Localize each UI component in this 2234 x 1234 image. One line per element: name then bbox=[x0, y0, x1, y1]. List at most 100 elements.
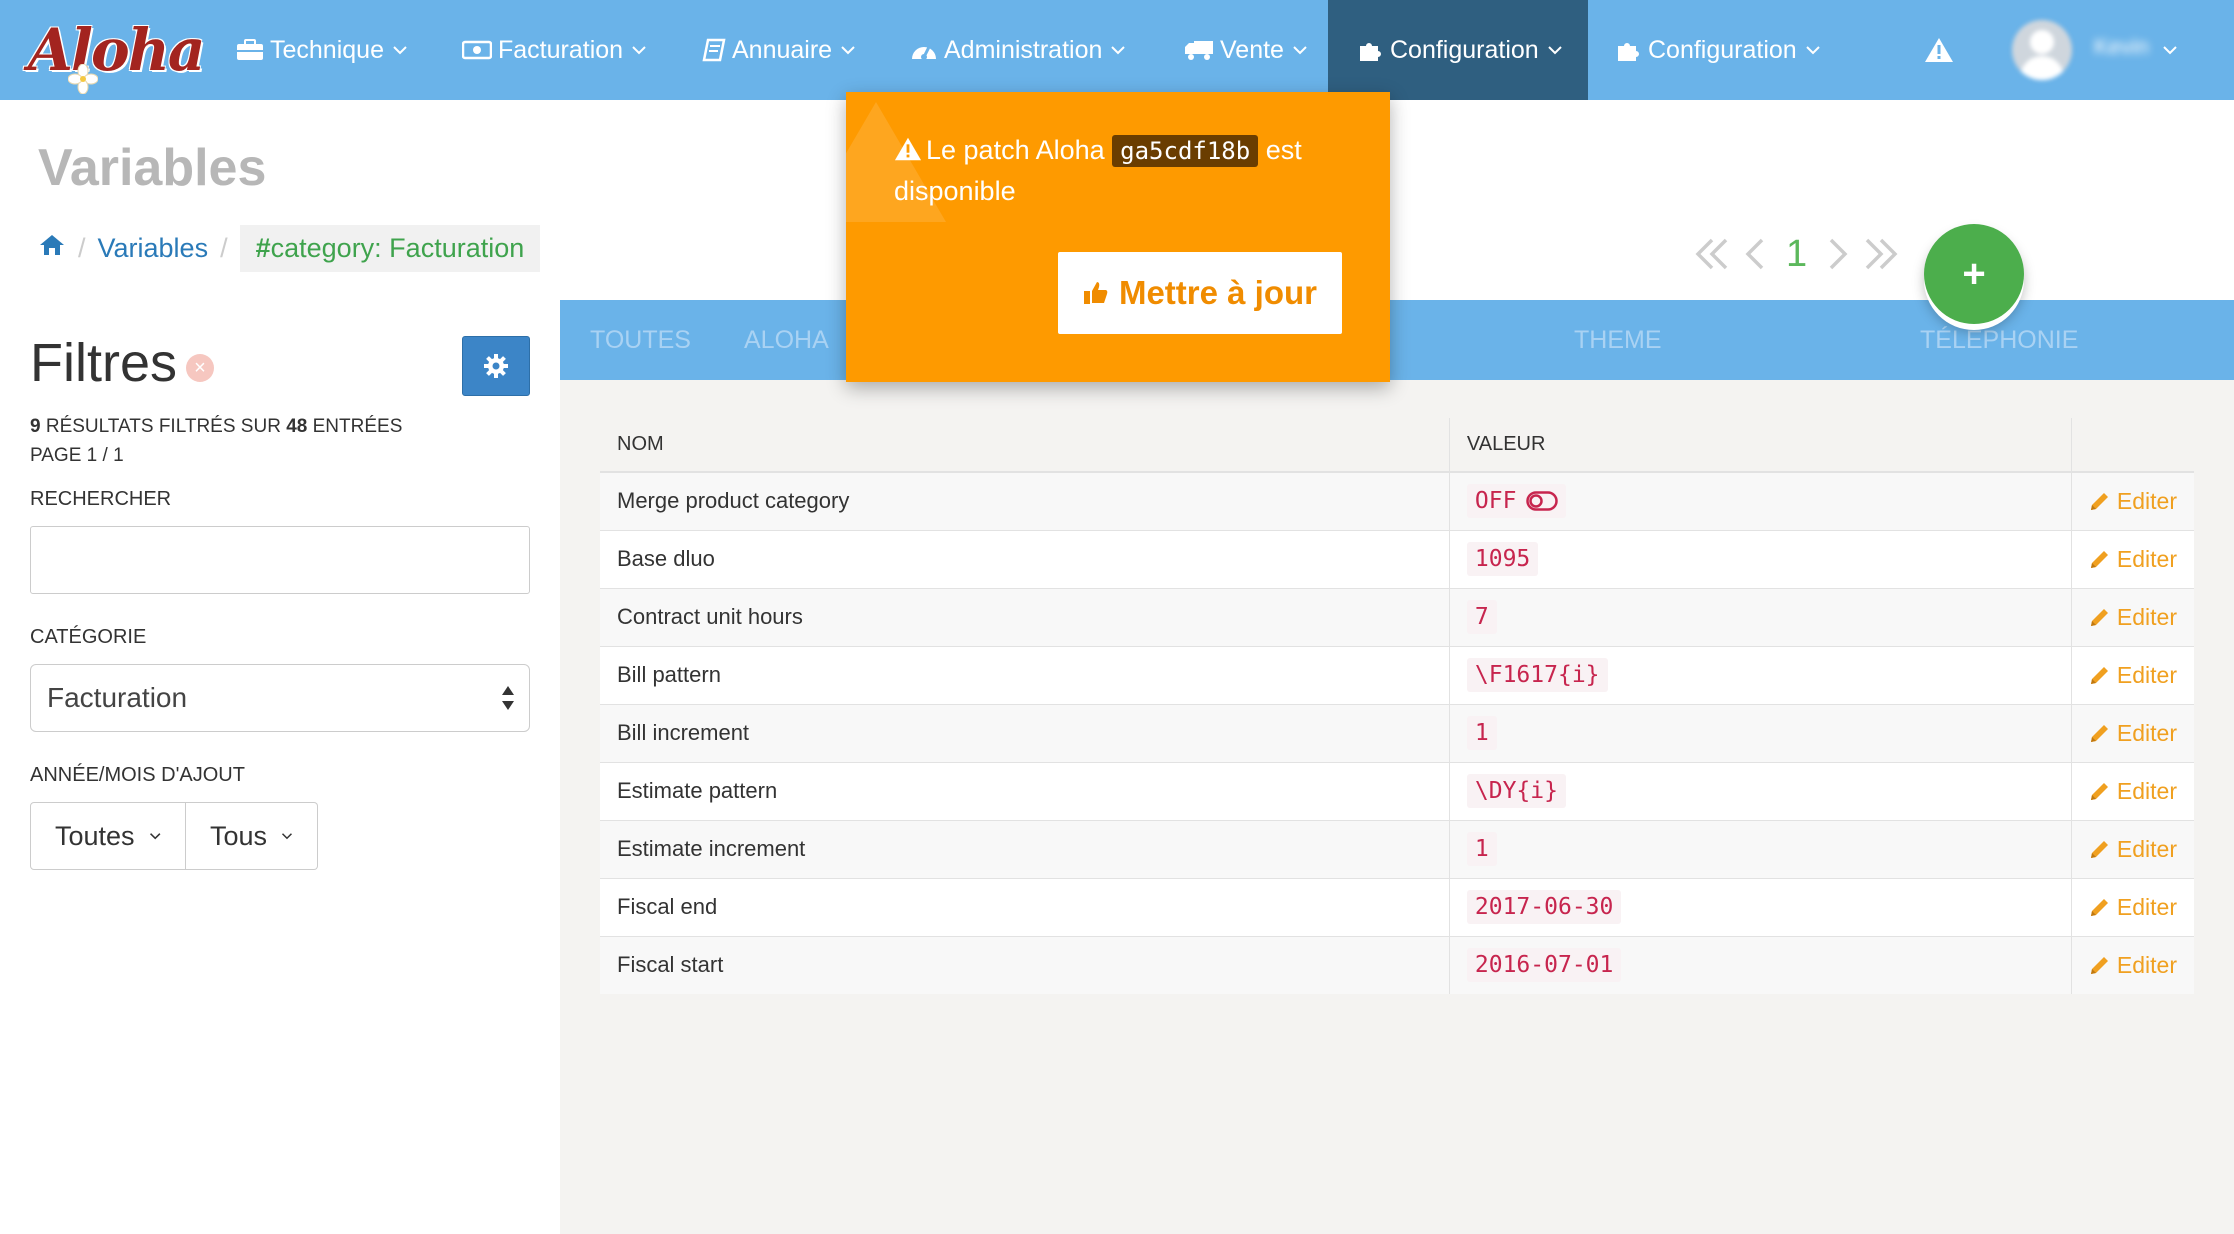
nav-vente[interactable]: Vente bbox=[1184, 0, 1308, 100]
edit-button[interactable]: Editer bbox=[2089, 778, 2177, 805]
search-input[interactable] bbox=[30, 526, 530, 594]
user-name[interactable]: Kevin bbox=[2094, 34, 2149, 60]
logo-text: Aloha bbox=[28, 16, 205, 84]
tab-theme[interactable]: THEME bbox=[1574, 300, 1662, 380]
results-middle: RÉSULTATS FILTRÉS SUR bbox=[40, 416, 287, 437]
variable-value: 1 bbox=[1466, 716, 1497, 750]
edit-button[interactable]: Editer bbox=[2089, 662, 2177, 689]
nav-facturation[interactable]: Facturation bbox=[462, 0, 647, 100]
next-page-icon[interactable] bbox=[1825, 234, 1851, 274]
previous-page-icon[interactable] bbox=[1742, 234, 1768, 274]
clear-filters-icon[interactable]: × bbox=[186, 354, 214, 382]
nav-vente-label: Vente bbox=[1220, 35, 1284, 64]
results-summary: 9 RÉSULTATS FILTRÉS SUR 48 ENTRÉES PAGE … bbox=[30, 412, 402, 470]
edit-button[interactable]: Editer bbox=[2089, 952, 2177, 979]
variable-value-text: 1 bbox=[1474, 836, 1489, 862]
breadcrumb-category-label: category: Facturation bbox=[270, 232, 525, 263]
edit-button[interactable]: Editer bbox=[2089, 488, 2177, 515]
chevron-down-icon bbox=[1110, 45, 1126, 55]
nav-configuration-active[interactable]: Configuration bbox=[1328, 0, 1588, 100]
breadcrumb-category-tag[interactable]: #category: Facturation bbox=[239, 224, 541, 272]
nav-annuaire[interactable]: Annuaire bbox=[702, 0, 856, 100]
search-label: RECHERCHER bbox=[30, 488, 172, 510]
pagination: 1 bbox=[1692, 228, 1901, 280]
category-select[interactable]: Facturation bbox=[30, 664, 530, 732]
pencil-icon bbox=[2090, 957, 2108, 975]
column-header-name[interactable]: NOM bbox=[600, 418, 1450, 473]
actions-cell: Editer bbox=[2070, 587, 2194, 646]
edit-button[interactable]: Editer bbox=[2089, 894, 2177, 921]
add-variable-button[interactable]: + bbox=[1924, 224, 2024, 324]
chevron-down-icon bbox=[149, 833, 160, 840]
edit-button[interactable]: Editer bbox=[2089, 604, 2177, 631]
table-row: Estimate pattern \DY{i} Editer bbox=[600, 761, 2194, 820]
variable-value-text: \F1617{i} bbox=[1474, 662, 1600, 688]
column-header-actions bbox=[2070, 418, 2194, 473]
table-header-row: NOM VALEUR bbox=[600, 418, 2194, 473]
column-header-value[interactable]: VALEUR bbox=[1448, 418, 2072, 473]
puzzle-icon bbox=[1616, 38, 1642, 62]
aloha-logo[interactable]: Aloha bbox=[22, 12, 205, 96]
month-dropdown[interactable]: Tous bbox=[186, 802, 318, 870]
toggle-off-icon[interactable] bbox=[1526, 491, 1559, 511]
edit-button[interactable]: Editer bbox=[2089, 546, 2177, 573]
edit-label: Editer bbox=[2116, 835, 2177, 862]
year-dropdown[interactable]: Toutes bbox=[30, 802, 186, 870]
update-button[interactable]: Mettre à jour bbox=[1058, 252, 1342, 334]
edit-button[interactable]: Editer bbox=[2089, 720, 2177, 747]
pencil-icon bbox=[2090, 551, 2108, 568]
nav-administration[interactable]: Administration bbox=[910, 0, 1126, 100]
avatar[interactable] bbox=[2012, 20, 2072, 80]
table-row: Bill increment 1 Editer bbox=[600, 703, 2194, 762]
pencil-icon bbox=[2090, 493, 2108, 511]
user-menu-chevron[interactable] bbox=[2162, 0, 2178, 100]
briefcase-icon bbox=[236, 39, 264, 61]
variable-value: 2017-06-30 bbox=[1466, 890, 1622, 924]
breadcrumb: / Variables / #category: Facturation bbox=[38, 222, 541, 274]
pencil-icon bbox=[2090, 899, 2108, 916]
variable-value-text: 1 bbox=[1474, 720, 1489, 746]
update-button-label: Mettre à jour bbox=[1118, 274, 1318, 311]
actions-cell: Editer bbox=[2070, 529, 2194, 588]
filters-sidebar: Filtres × 9 RÉSULTATS FILTRÉS SUR 48 ENT… bbox=[0, 300, 560, 1234]
alerts-button[interactable] bbox=[1924, 0, 1954, 100]
chevron-down-icon bbox=[282, 833, 293, 840]
variable-name: Bill pattern bbox=[600, 645, 1450, 704]
last-page-icon[interactable] bbox=[1861, 234, 1901, 274]
filter-settings-button[interactable] bbox=[462, 336, 530, 396]
edit-label: Editer bbox=[2116, 893, 2177, 920]
results-count: 9 bbox=[30, 416, 41, 437]
nav-technique-label: Technique bbox=[270, 35, 384, 64]
home-icon[interactable] bbox=[38, 233, 66, 264]
edit-label: Editer bbox=[2116, 951, 2177, 978]
variable-name: Base dluo bbox=[600, 529, 1450, 588]
table-row: Fiscal start 2016-07-01 Editer bbox=[600, 935, 2194, 994]
table-row: Fiscal end 2017-06-30 Editer bbox=[600, 877, 2194, 936]
actions-cell: Editer bbox=[2070, 471, 2194, 530]
top-navbar: Aloha Technique Facturation Annuaire Adm… bbox=[0, 0, 2234, 100]
table-row: Contract unit hours 7 Editer bbox=[600, 587, 2194, 646]
variable-value: 2016-07-01 bbox=[1466, 948, 1622, 983]
edit-label: Editer bbox=[2116, 661, 2177, 688]
first-page-icon[interactable] bbox=[1692, 234, 1732, 274]
current-page-number: 1 bbox=[1786, 232, 1808, 275]
edit-button[interactable]: Editer bbox=[2089, 836, 2177, 863]
patch-code: ga5cdf18b bbox=[1112, 135, 1259, 167]
puzzle-icon bbox=[1358, 38, 1384, 62]
nav-administration-label: Administration bbox=[944, 35, 1103, 64]
tab-toutes[interactable]: TOUTES bbox=[590, 300, 691, 380]
variable-name: Merge product category bbox=[600, 471, 1450, 530]
variable-name: Fiscal end bbox=[600, 877, 1450, 936]
pencil-icon bbox=[2090, 725, 2108, 742]
chevron-down-icon bbox=[1805, 45, 1821, 55]
variable-value-text: 7 bbox=[1474, 604, 1489, 630]
variable-name: Estimate pattern bbox=[600, 761, 1450, 820]
nav-configuration-2[interactable]: Configuration bbox=[1616, 0, 1821, 100]
variable-value-text: 2016-07-01 bbox=[1474, 952, 1614, 979]
breadcrumb-variables-link[interactable]: Variables bbox=[98, 233, 209, 264]
category-label: CATÉGORIE bbox=[30, 626, 147, 648]
nav-technique[interactable]: Technique bbox=[236, 0, 408, 100]
table-row: Merge product category OFF Editer bbox=[600, 471, 2194, 530]
book-icon bbox=[702, 38, 726, 62]
tab-aloha[interactable]: ALOHA bbox=[744, 300, 829, 380]
